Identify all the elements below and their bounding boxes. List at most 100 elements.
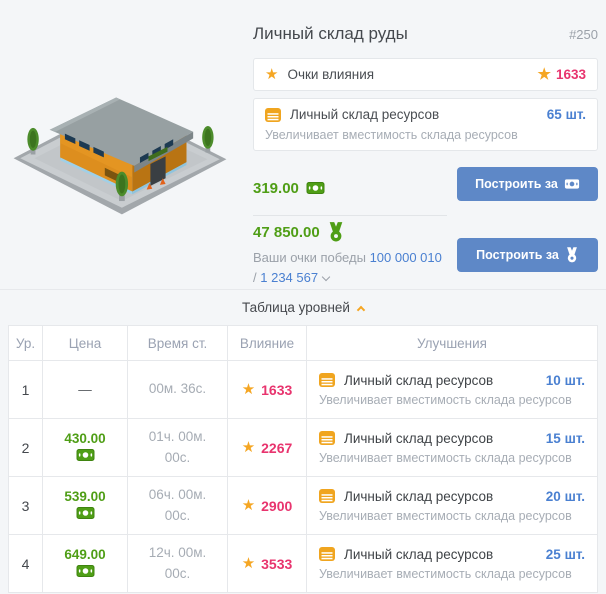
level-influence-cell: ★ 1633: [227, 360, 307, 419]
upgrade-name: Личный склад ресурсов: [344, 372, 494, 388]
level-price-cell: 649.00: [42, 534, 128, 593]
upgrade-name: Личный склад ресурсов: [344, 546, 494, 562]
col-header-price: Цена: [42, 325, 128, 361]
warehouse-icon: [319, 489, 335, 503]
levels-table: Ур. Цена Время ст. Влияние Улучшения 1 —…: [8, 325, 598, 593]
money-icon: [306, 182, 325, 194]
level-number: 2: [8, 418, 43, 477]
building-image: [13, 97, 227, 214]
money-price-value: 319.00: [253, 179, 299, 197]
col-header-influence: Влияние: [227, 325, 307, 361]
level-price: 539.00: [64, 489, 106, 504]
col-header-time: Время ст.: [127, 325, 228, 361]
level-time: 06ч. 00м. 00с.: [127, 476, 228, 535]
build-victory-label: Построить за: [476, 247, 559, 262]
money-icon: [76, 507, 95, 519]
level-number: 3: [8, 476, 43, 535]
level-row: 3 539.00 06ч. 00м. 00с. ★ 2900 Личный ск…: [8, 476, 598, 535]
page-title: Личный склад руды: [253, 24, 408, 43]
money-icon: [564, 179, 580, 189]
building-card: Личный склад руды #250 ★ Очки влияния ★ …: [0, 0, 606, 594]
level-time: 12ч. 00м. 00с.: [127, 534, 228, 593]
warehouse-icon: [319, 431, 335, 445]
medal-icon: [565, 246, 579, 263]
building-image-area: [0, 0, 240, 289]
level-influence: 1633: [261, 381, 293, 398]
capacity-label: Личный склад ресурсов: [290, 107, 440, 122]
money-icon: [76, 565, 95, 577]
capacity-value: 65 шт.: [546, 107, 586, 122]
star-icon: ★: [241, 381, 256, 398]
chevron-down-icon[interactable]: [321, 272, 331, 281]
capacity-stat-box: Личный склад ресурсов 65 шт. Увеличивает…: [253, 98, 598, 151]
upgrade-count: 20 шт.: [545, 488, 585, 504]
upgrade-description: Увеличивает вместимость склада ресурсов: [319, 392, 572, 407]
level-price: 430.00: [64, 431, 106, 446]
warehouse-icon: [319, 547, 335, 561]
levels-table-body: 1 — 00м. 36с. ★ 1633 Личный склад ресурс…: [8, 360, 598, 593]
level-upgrade-cell: Личный склад ресурсов 25 шт. Увеличивает…: [306, 534, 598, 593]
level-upgrade-cell: Личный склад ресурсов 10 шт. Увеличивает…: [306, 360, 598, 419]
purchase-divider: [253, 215, 447, 216]
level-influence-cell: ★ 2267: [227, 418, 307, 477]
building-overview: Личный склад руды #250 ★ Очки влияния ★ …: [0, 0, 606, 290]
money-price: 319.00: [253, 167, 447, 201]
upgrade-name: Личный склад ресурсов: [344, 488, 494, 504]
capacity-description: Увеличивает вместимость склада ресурсов: [265, 128, 518, 142]
level-number: 4: [8, 534, 43, 593]
warehouse-icon: [319, 373, 335, 387]
star-icon: ★: [241, 439, 256, 456]
upgrade-description: Увеличивает вместимость склада ресурсов: [319, 508, 572, 523]
points-current-link[interactable]: 100 000 010: [370, 250, 442, 265]
level-upgrade-cell: Личный склад ресурсов 15 шт. Увеличивает…: [306, 418, 598, 477]
upgrade-count: 25 шт.: [545, 546, 585, 562]
building-info-panel: Личный склад руды #250 ★ Очки влияния ★ …: [240, 0, 606, 289]
chevron-up-icon: [356, 305, 366, 314]
level-time: 00м. 36с.: [127, 360, 228, 419]
level-price: —: [78, 382, 92, 397]
level-row: 2 430.00 01ч. 00м. 00с. ★ 2267 Личный ск…: [8, 418, 598, 477]
victory-price-value: 47 850.00: [253, 223, 320, 241]
upgrade-description: Увеличивает вместимость склада ресурсов: [319, 566, 572, 581]
levels-toggle[interactable]: Таблица уровней: [0, 290, 606, 325]
build-for-money-button[interactable]: Построить за: [457, 167, 598, 201]
level-number: 1: [8, 360, 43, 419]
levels-table-header: Ур. Цена Время ст. Влияние Улучшения: [8, 325, 598, 361]
levels-toggle-label: Таблица уровней: [242, 300, 350, 315]
level-row: 1 — 00м. 36с. ★ 1633 Личный склад ресурс…: [8, 360, 598, 419]
level-price-cell: —: [42, 360, 128, 419]
upgrade-description: Увеличивает вместимость склада ресурсов: [319, 450, 572, 465]
victory-price-block: 47 850.00 Ваши очки победы 100 000 010 /…: [253, 222, 447, 287]
col-header-upgrades: Улучшения: [306, 325, 598, 361]
level-influence: 2900: [261, 497, 293, 514]
medal-icon: [327, 222, 345, 242]
level-influence: 3533: [261, 555, 293, 572]
upgrade-count: 10 шт.: [545, 372, 585, 388]
influence-stat-box: ★ Очки влияния ★ 1633: [253, 58, 598, 91]
level-influence-cell: ★ 3533: [227, 534, 307, 593]
points-separator: /: [253, 269, 257, 285]
col-header-level: Ур.: [8, 325, 43, 361]
money-icon: [76, 449, 95, 461]
victory-price: 47 850.00: [253, 222, 447, 242]
level-row: 4 649.00 12ч. 00м. 00с. ★ 3533 Личный ск…: [8, 534, 598, 593]
level-price-cell: 430.00: [42, 418, 128, 477]
level-influence-cell: ★ 2900: [227, 476, 307, 535]
warehouse-icon: [265, 107, 281, 122]
building-id: #250: [569, 27, 598, 42]
upgrade-name: Личный склад ресурсов: [344, 430, 494, 446]
purchase-area: 319.00 Построить за 47 850.00 Ваши очки …: [253, 167, 598, 287]
level-price-cell: 539.00: [42, 476, 128, 535]
points-label: Ваши очки победы: [253, 250, 366, 265]
level-upgrade-cell: Личный склад ресурсов 20 шт. Увеличивает…: [306, 476, 598, 535]
star-icon: ★: [265, 66, 279, 83]
title-row: Личный склад руды #250: [253, 24, 598, 44]
influence-value: 1633: [555, 67, 586, 82]
level-time: 01ч. 00м. 00с.: [127, 418, 228, 477]
build-for-victory-button[interactable]: Построить за: [457, 237, 598, 272]
level-price: 649.00: [64, 547, 106, 562]
star-icon: ★: [537, 66, 551, 83]
points-total-link[interactable]: 1 234 567: [260, 270, 318, 285]
level-influence: 2267: [261, 439, 293, 456]
victory-points-info: Ваши очки победы 100 000 010 / 1 234 567: [253, 248, 447, 287]
